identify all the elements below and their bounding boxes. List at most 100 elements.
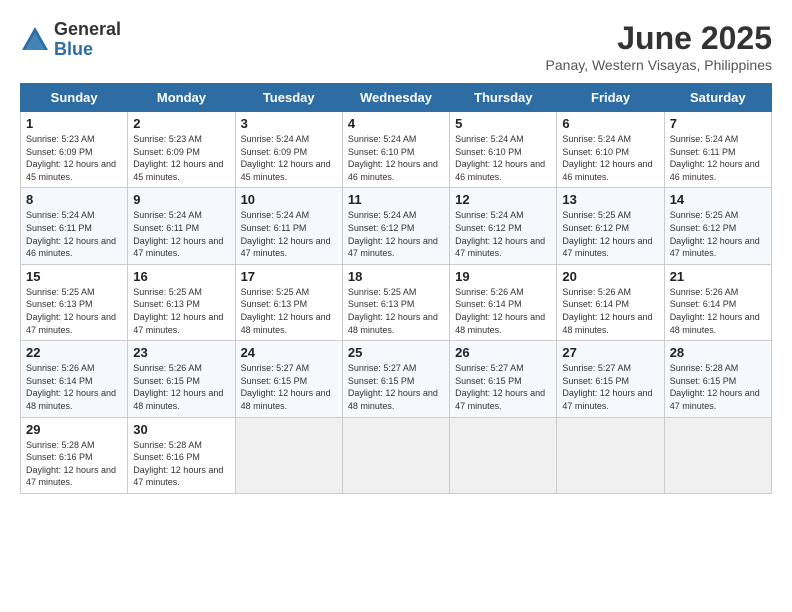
day-number: 18 [348, 269, 444, 284]
logo-text: General Blue [54, 20, 121, 60]
calendar-day-25: 25 Sunrise: 5:27 AMSunset: 6:15 PMDayligh… [342, 341, 449, 417]
day-info: Sunrise: 5:24 AMSunset: 6:12 PMDaylight:… [455, 209, 551, 259]
day-info: Sunrise: 5:24 AMSunset: 6:12 PMDaylight:… [348, 209, 444, 259]
day-number: 19 [455, 269, 551, 284]
day-info: Sunrise: 5:24 AMSunset: 6:11 PMDaylight:… [241, 209, 337, 259]
column-header-tuesday: Tuesday [235, 84, 342, 112]
day-info: Sunrise: 5:27 AMSunset: 6:15 PMDaylight:… [348, 362, 444, 412]
day-info: Sunrise: 5:24 AMSunset: 6:10 PMDaylight:… [562, 133, 658, 183]
month-title: June 2025 [546, 20, 772, 57]
calendar-day-17: 17 Sunrise: 5:25 AMSunset: 6:13 PMDayligh… [235, 264, 342, 340]
day-number: 2 [133, 116, 229, 131]
day-info: Sunrise: 5:28 AMSunset: 6:16 PMDaylight:… [133, 439, 229, 489]
calendar-day-12: 12 Sunrise: 5:24 AMSunset: 6:12 PMDayligh… [450, 188, 557, 264]
day-number: 21 [670, 269, 766, 284]
calendar-day-2: 2 Sunrise: 5:23 AMSunset: 6:09 PMDaylight… [128, 112, 235, 188]
calendar-header-row: SundayMondayTuesdayWednesdayThursdayFrid… [21, 84, 772, 112]
calendar-day-3: 3Sunrise: 5:24 AMSunset: 6:09 PMDaylight… [235, 112, 342, 188]
day-number: 12 [455, 192, 551, 207]
calendar-day-23: 23 Sunrise: 5:26 AMSunset: 6:15 PMDayligh… [128, 341, 235, 417]
calendar-day-29: 29Sunrise: 5:28 AMSunset: 6:16 PMDayligh… [21, 417, 128, 493]
calendar-empty-cell [664, 417, 771, 493]
day-number: 26 [455, 345, 551, 360]
day-info: Sunrise: 5:23 AMSunset: 6:09 PMDaylight:… [133, 133, 229, 183]
day-number: 13 [562, 192, 658, 207]
day-number: 25 [348, 345, 444, 360]
calendar-week-2: 8 Sunrise: 5:24 AMSunset: 6:11 PMDaylight… [21, 188, 772, 264]
calendar-day-1: 1 Sunrise: 5:23 AMSunset: 6:09 PMDaylight… [21, 112, 128, 188]
calendar-empty-cell [342, 417, 449, 493]
day-info: Sunrise: 5:25 AMSunset: 6:12 PMDaylight:… [562, 209, 658, 259]
day-number: 17 [241, 269, 337, 284]
day-info: Sunrise: 5:24 AMSunset: 6:09 PMDaylight:… [241, 133, 337, 183]
day-info: Sunrise: 5:26 AMSunset: 6:15 PMDaylight:… [133, 362, 229, 412]
column-header-sunday: Sunday [21, 84, 128, 112]
column-header-wednesday: Wednesday [342, 84, 449, 112]
day-number: 1 [26, 116, 122, 131]
calendar-day-18: 18 Sunrise: 5:25 AMSunset: 6:13 PMDayligh… [342, 264, 449, 340]
logo-general-label: General [54, 20, 121, 40]
day-info: Sunrise: 5:24 AMSunset: 6:11 PMDaylight:… [133, 209, 229, 259]
day-number: 8 [26, 192, 122, 207]
day-number: 23 [133, 345, 229, 360]
day-info: Sunrise: 5:27 AMSunset: 6:15 PMDaylight:… [241, 362, 337, 412]
calendar-day-8: 8Sunrise: 5:24 AMSunset: 6:11 PMDaylight… [21, 188, 128, 264]
logo-icon [20, 25, 50, 55]
column-header-thursday: Thursday [450, 84, 557, 112]
day-info: Sunrise: 5:27 AMSunset: 6:15 PMDaylight:… [455, 362, 551, 412]
day-number: 10 [241, 192, 337, 207]
header: General Blue June 2025 Panay, Western Vi… [20, 20, 772, 73]
calendar-day-26: 26 Sunrise: 5:27 AMSunset: 6:15 PMDayligh… [450, 341, 557, 417]
day-number: 11 [348, 192, 444, 207]
day-number: 30 [133, 422, 229, 437]
day-number: 28 [670, 345, 766, 360]
day-info: Sunrise: 5:24 AMSunset: 6:10 PMDaylight:… [455, 133, 551, 183]
calendar-day-9: 9 Sunrise: 5:24 AMSunset: 6:11 PMDaylight… [128, 188, 235, 264]
day-number: 6 [562, 116, 658, 131]
day-number: 15 [26, 269, 122, 284]
calendar-empty-cell [557, 417, 664, 493]
day-info: Sunrise: 5:25 AMSunset: 6:13 PMDaylight:… [348, 286, 444, 336]
calendar-day-20: 20Sunrise: 5:26 AMSunset: 6:14 PMDayligh… [557, 264, 664, 340]
day-info: Sunrise: 5:24 AMSunset: 6:10 PMDaylight:… [348, 133, 444, 183]
day-info: Sunrise: 5:25 AMSunset: 6:13 PMDaylight:… [26, 286, 122, 336]
day-info: Sunrise: 5:26 AMSunset: 6:14 PMDaylight:… [455, 286, 551, 336]
calendar-day-10: 10 Sunrise: 5:24 AMSunset: 6:11 PMDayligh… [235, 188, 342, 264]
day-number: 20 [562, 269, 658, 284]
day-info: Sunrise: 5:28 AMSunset: 6:15 PMDaylight:… [670, 362, 766, 412]
calendar-week-4: 22Sunrise: 5:26 AMSunset: 6:14 PMDayligh… [21, 341, 772, 417]
day-number: 9 [133, 192, 229, 207]
day-info: Sunrise: 5:25 AMSunset: 6:12 PMDaylight:… [670, 209, 766, 259]
calendar-day-22: 22Sunrise: 5:26 AMSunset: 6:14 PMDayligh… [21, 341, 128, 417]
calendar-day-15: 15 Sunrise: 5:25 AMSunset: 6:13 PMDayligh… [21, 264, 128, 340]
location-subtitle: Panay, Western Visayas, Philippines [546, 57, 772, 73]
calendar-day-27: 27Sunrise: 5:27 AMSunset: 6:15 PMDayligh… [557, 341, 664, 417]
calendar-day-6: 6 Sunrise: 5:24 AMSunset: 6:10 PMDaylight… [557, 112, 664, 188]
calendar-day-21: 21 Sunrise: 5:26 AMSunset: 6:14 PMDayligh… [664, 264, 771, 340]
calendar-table: SundayMondayTuesdayWednesdayThursdayFrid… [20, 83, 772, 494]
day-number: 7 [670, 116, 766, 131]
day-number: 5 [455, 116, 551, 131]
title-area: June 2025 Panay, Western Visayas, Philip… [546, 20, 772, 73]
calendar-empty-cell [450, 417, 557, 493]
day-number: 29 [26, 422, 122, 437]
calendar-day-28: 28 Sunrise: 5:28 AMSunset: 6:15 PMDayligh… [664, 341, 771, 417]
day-number: 27 [562, 345, 658, 360]
day-info: Sunrise: 5:25 AMSunset: 6:13 PMDaylight:… [241, 286, 337, 336]
column-header-friday: Friday [557, 84, 664, 112]
logo: General Blue [20, 20, 121, 60]
calendar-day-5: 5 Sunrise: 5:24 AMSunset: 6:10 PMDaylight… [450, 112, 557, 188]
day-number: 14 [670, 192, 766, 207]
calendar-day-16: 16Sunrise: 5:25 AMSunset: 6:13 PMDayligh… [128, 264, 235, 340]
day-number: 22 [26, 345, 122, 360]
day-info: Sunrise: 5:24 AMSunset: 6:11 PMDaylight:… [670, 133, 766, 183]
column-header-saturday: Saturday [664, 84, 771, 112]
calendar-day-4: 4Sunrise: 5:24 AMSunset: 6:10 PMDaylight… [342, 112, 449, 188]
column-header-monday: Monday [128, 84, 235, 112]
calendar-day-7: 7 Sunrise: 5:24 AMSunset: 6:11 PMDaylight… [664, 112, 771, 188]
day-info: Sunrise: 5:23 AMSunset: 6:09 PMDaylight:… [26, 133, 122, 183]
calendar-day-13: 13 Sunrise: 5:25 AMSunset: 6:12 PMDayligh… [557, 188, 664, 264]
calendar-day-19: 19 Sunrise: 5:26 AMSunset: 6:14 PMDayligh… [450, 264, 557, 340]
day-info: Sunrise: 5:26 AMSunset: 6:14 PMDaylight:… [670, 286, 766, 336]
calendar-day-11: 11 Sunrise: 5:24 AMSunset: 6:12 PMDayligh… [342, 188, 449, 264]
